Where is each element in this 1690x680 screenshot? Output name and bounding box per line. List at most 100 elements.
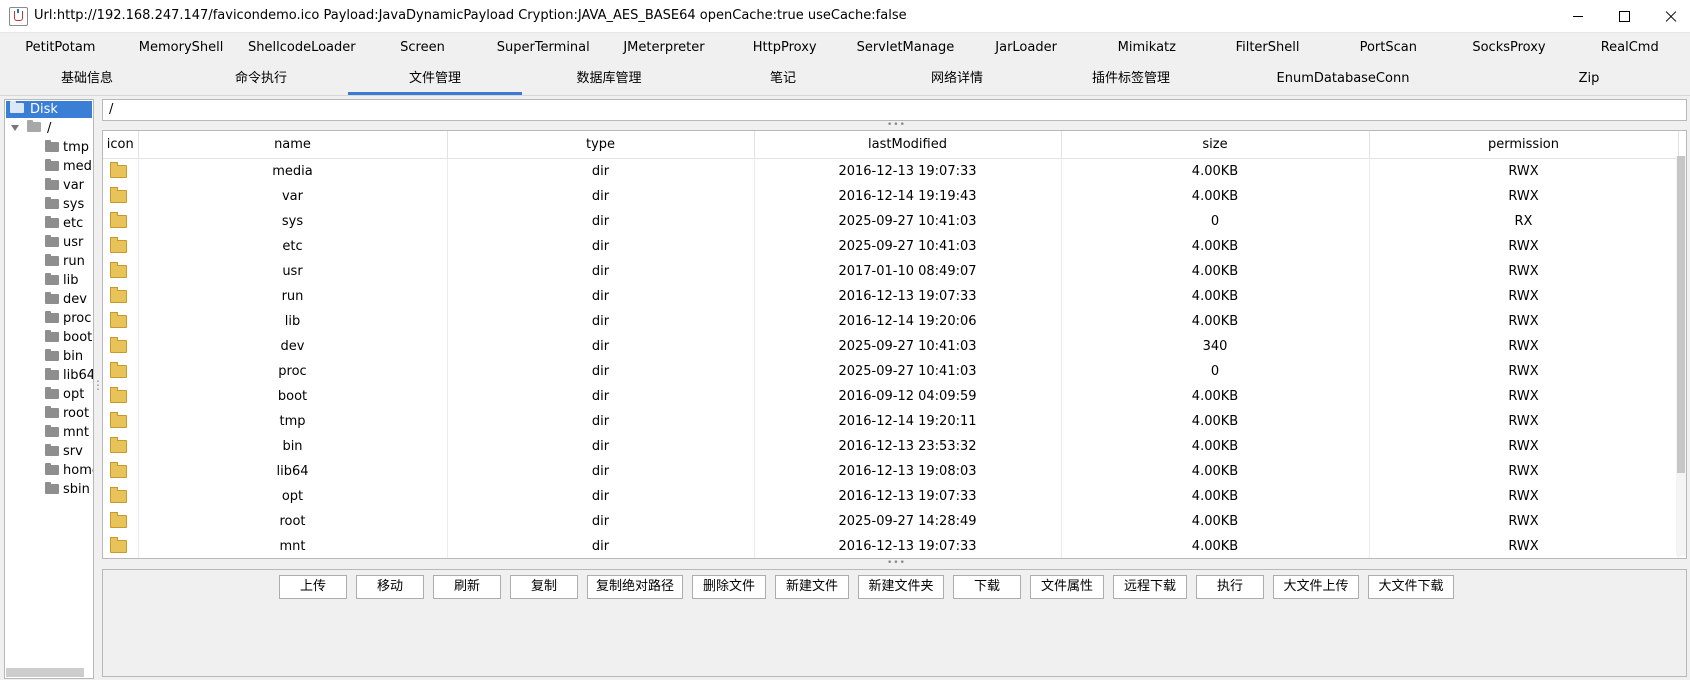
- action-button-12[interactable]: 大文件上传: [1273, 575, 1359, 599]
- plugin-tab-superterminal[interactable]: SuperTerminal: [483, 33, 604, 64]
- action-button-5[interactable]: 删除文件: [692, 575, 766, 599]
- main-tab-2[interactable]: 文件管理: [348, 64, 522, 95]
- table-row[interactable]: usr dir 2017-01-10 08:49:07 4.00KB RWX: [103, 259, 1679, 284]
- tree-item[interactable]: sys: [5, 196, 93, 214]
- plugin-tab-memoryshell[interactable]: MemoryShell: [121, 33, 242, 64]
- vertical-splitter-handle[interactable]: [92, 378, 104, 394]
- action-button-10[interactable]: 远程下载: [1113, 575, 1187, 599]
- column-header-permission[interactable]: permission: [1369, 131, 1679, 159]
- plugin-tab-petitpotam[interactable]: PetitPotam: [0, 33, 121, 64]
- plugin-tab-realcmd[interactable]: RealCmd: [1569, 33, 1690, 64]
- tree-item[interactable]: home: [5, 462, 93, 480]
- tree-item[interactable]: mnt: [5, 424, 93, 442]
- main-tab-0[interactable]: 基础信息: [0, 64, 174, 95]
- action-button-13[interactable]: 大文件下载: [1368, 575, 1454, 599]
- table-row[interactable]: boot dir 2016-09-12 04:09:59 4.00KB RWX: [103, 384, 1679, 409]
- expand-arrow-icon[interactable]: [11, 125, 19, 131]
- tree-horizontal-scrollbar[interactable]: [6, 668, 84, 677]
- splitter-grip-icon[interactable]: •••: [887, 121, 905, 130]
- tree-item[interactable]: boot: [5, 329, 93, 347]
- tree-item[interactable]: dev: [5, 291, 93, 309]
- table-row[interactable]: opt dir 2016-12-13 19:07:33 4.00KB RWX: [103, 484, 1679, 509]
- table-row[interactable]: run dir 2016-12-13 19:07:33 4.00KB RWX: [103, 284, 1679, 309]
- table-row[interactable]: var dir 2016-12-14 19:19:43 4.00KB RWX: [103, 184, 1679, 209]
- tree-item[interactable]: sbin: [5, 481, 93, 499]
- table-row[interactable]: bin dir 2016-12-13 23:53:32 4.00KB RWX: [103, 434, 1679, 459]
- cell-permission: RX: [1369, 209, 1679, 234]
- tree-item[interactable]: lib64: [5, 367, 93, 385]
- tree-item[interactable]: root: [5, 405, 93, 423]
- action-button-7[interactable]: 新建文件夹: [858, 575, 944, 599]
- tree-item[interactable]: medi: [5, 158, 93, 176]
- tree-item[interactable]: usr: [5, 234, 93, 252]
- tree-item[interactable]: srv: [5, 443, 93, 461]
- path-value: /: [109, 102, 114, 117]
- main-tab-1[interactable]: 命令执行: [174, 64, 348, 95]
- table-row[interactable]: root dir 2025-09-27 14:28:49 4.00KB RWX: [103, 509, 1679, 534]
- cell-permission: RWX: [1369, 309, 1679, 334]
- table-row[interactable]: media dir 2016-12-13 19:07:33 4.00KB RWX: [103, 158, 1679, 184]
- table-row[interactable]: lib64 dir 2016-12-13 19:08:03 4.00KB RWX: [103, 459, 1679, 484]
- table-row[interactable]: lib dir 2016-12-14 19:20:06 4.00KB RWX: [103, 309, 1679, 334]
- action-button-6[interactable]: 新建文件: [775, 575, 849, 599]
- java-app-icon: [9, 7, 28, 26]
- action-button-2[interactable]: 刷新: [433, 575, 501, 599]
- directory-tree[interactable]: Disk / tmp medi var sys etc usr run lib dev proc b…: [4, 99, 94, 679]
- table-row[interactable]: dev dir 2025-09-27 10:41:03 340 RWX: [103, 334, 1679, 359]
- main-tab-4[interactable]: 笔记: [696, 64, 870, 95]
- column-header-name[interactable]: name: [138, 131, 448, 159]
- cell-size: 4.00KB: [1061, 509, 1370, 534]
- action-button-9[interactable]: 文件属性: [1030, 575, 1104, 599]
- table-row[interactable]: mnt dir 2016-12-13 19:07:33 4.00KB RWX: [103, 534, 1679, 558]
- main-tab-6[interactable]: 插件标签管理: [1044, 64, 1218, 95]
- table-row[interactable]: proc dir 2025-09-27 10:41:03 0 RWX: [103, 359, 1679, 384]
- action-button-8[interactable]: 下载: [953, 575, 1021, 599]
- action-button-0[interactable]: 上传: [279, 575, 347, 599]
- tree-item[interactable]: opt: [5, 386, 93, 404]
- tree-item[interactable]: tmp: [5, 139, 93, 157]
- cell-size: 4.00KB: [1061, 484, 1370, 509]
- tree-item[interactable]: var: [5, 177, 93, 195]
- plugin-tab-httpproxy[interactable]: HttpProxy: [724, 33, 845, 64]
- tree-item[interactable]: lib: [5, 272, 93, 290]
- plugin-tab-portscan[interactable]: PortScan: [1328, 33, 1449, 64]
- main-tab-3[interactable]: 数据库管理: [522, 64, 696, 95]
- table-row[interactable]: sys dir 2025-09-27 10:41:03 0 RX: [103, 209, 1679, 234]
- column-header-icon[interactable]: icon: [103, 131, 139, 159]
- tree-item[interactable]: run: [5, 253, 93, 271]
- column-header-lastmodified[interactable]: lastModified: [754, 131, 1062, 159]
- plugin-tab-filtershell[interactable]: FilterShell: [1207, 33, 1328, 64]
- column-header-type[interactable]: type: [447, 131, 755, 159]
- action-button-1[interactable]: 移动: [356, 575, 424, 599]
- table-row[interactable]: etc dir 2025-09-27 10:41:03 4.00KB RWX: [103, 234, 1679, 259]
- plugin-tab-screen[interactable]: Screen: [362, 33, 483, 64]
- splitter-grip-icon[interactable]: •••: [887, 559, 905, 568]
- action-button-4[interactable]: 复制绝对路径: [587, 575, 683, 599]
- plugin-tab-socksproxy[interactable]: SocksProxy: [1449, 33, 1570, 64]
- main-tab-8[interactable]: Zip: [1468, 64, 1690, 95]
- maximize-icon[interactable]: [1601, 0, 1647, 32]
- table-vertical-scrollbar[interactable]: [1676, 156, 1686, 556]
- plugin-tab-jmeterpreter[interactable]: JMeterpreter: [604, 33, 725, 64]
- close-icon[interactable]: [1647, 0, 1690, 32]
- cell-lastmodified: 2017-01-10 08:49:07: [754, 259, 1062, 284]
- plugin-tab-servletmanage[interactable]: ServletManage: [845, 33, 966, 64]
- main-tab-5[interactable]: 网络详情: [870, 64, 1044, 95]
- plugin-tab-jarloader[interactable]: JarLoader: [966, 33, 1087, 64]
- folder-icon: [110, 437, 127, 453]
- table-row[interactable]: tmp dir 2016-12-14 19:20:11 4.00KB RWX: [103, 409, 1679, 434]
- tree-node-root-path[interactable]: /: [5, 120, 93, 138]
- tree-item[interactable]: bin: [5, 348, 93, 366]
- action-button-3[interactable]: 复制: [510, 575, 578, 599]
- plugin-tab-shellcodeloader[interactable]: ShellcodeLoader: [241, 33, 362, 64]
- tree-root-disk[interactable]: Disk: [6, 101, 92, 118]
- scrollbar-thumb[interactable]: [1677, 156, 1685, 473]
- main-tab-7[interactable]: EnumDatabaseConn: [1218, 64, 1468, 95]
- tree-item[interactable]: etc: [5, 215, 93, 233]
- minimize-icon[interactable]: [1555, 0, 1601, 32]
- plugin-tab-mimikatz[interactable]: Mimikatz: [1086, 33, 1207, 64]
- column-header-size[interactable]: size: [1061, 131, 1370, 159]
- path-input[interactable]: /: [102, 99, 1687, 121]
- action-button-11[interactable]: 执行: [1196, 575, 1264, 599]
- tree-item[interactable]: proc: [5, 310, 93, 328]
